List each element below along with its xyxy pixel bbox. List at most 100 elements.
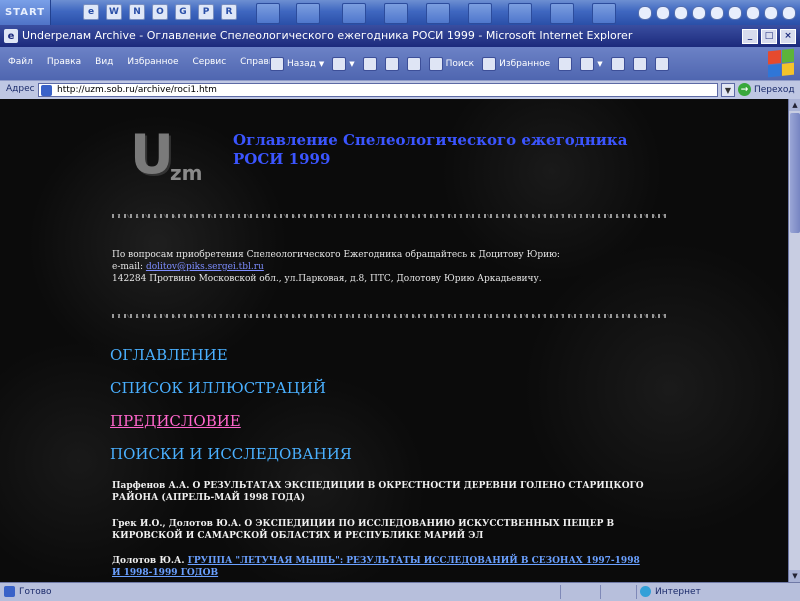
taskbar-window-button[interactable] (384, 3, 408, 24)
tray-icon[interactable] (782, 5, 796, 20)
edit-button[interactable] (632, 56, 647, 71)
purchase-info: По вопросам приобретения Спелеологическо… (112, 249, 672, 285)
logo-sub: zm (170, 161, 203, 185)
vertical-scrollbar[interactable]: ▲ ▼ (788, 99, 800, 582)
page-done-icon (4, 586, 15, 597)
outlook-quicklaunch-icon[interactable]: O (152, 4, 168, 20)
menu-item-edit[interactable]: Правка (47, 57, 81, 67)
menu-item-view[interactable]: Вид (95, 57, 113, 67)
tray-icon[interactable] (656, 5, 670, 20)
email-link[interactable]: dolitov@piks.sergei.tbl.ru (146, 262, 264, 272)
tray-icon[interactable] (764, 5, 778, 20)
menu-item-favorites[interactable]: Избранное (127, 57, 178, 67)
taskbar-window-button[interactable] (256, 3, 280, 24)
forward-button[interactable]: ▼ (332, 56, 355, 71)
back-button[interactable]: Назад ▼ (270, 56, 324, 71)
taskbar-window-button[interactable] (550, 3, 574, 24)
zone-text: Интернет (655, 586, 701, 597)
game-quicklaunch-icon[interactable]: G (175, 4, 191, 20)
article-link[interactable]: ГРУППА "ЛЕТУЧАЯ МЫШЬ": РЕЗУЛЬТАТЫ ИССЛЕД… (112, 556, 640, 578)
print-icon (610, 56, 625, 71)
window-controls: _ □ × (742, 29, 796, 44)
recycle-quicklaunch-icon[interactable]: R (221, 4, 237, 20)
refresh-button[interactable] (384, 56, 399, 71)
taskbar-window-button[interactable] (468, 3, 492, 24)
scroll-up-icon[interactable]: ▲ (789, 99, 800, 111)
toc-link-illustrations[interactable]: СПИСОК ИЛЛЮСТРАЦИЙ (110, 379, 326, 397)
discuss-button[interactable] (654, 56, 669, 71)
back-arrow-icon (270, 56, 284, 71)
status-separator (600, 585, 601, 599)
address-dropdown-button[interactable]: ▼ (721, 83, 735, 97)
chevron-down-icon[interactable]: ▼ (319, 60, 324, 68)
go-button[interactable]: → Переход (738, 83, 795, 96)
info-line: По вопросам приобретения Спелеологическо… (112, 250, 560, 260)
tray-icon[interactable] (692, 5, 706, 20)
status-separator (560, 585, 561, 599)
system-tray (636, 2, 800, 23)
maximize-button[interactable]: □ (761, 29, 777, 44)
taskbar: START e W N O G P R (0, 0, 800, 25)
taskbar-window-button[interactable] (296, 3, 320, 24)
back-label: Назад (287, 58, 316, 69)
home-icon (406, 56, 421, 71)
article-entry: Парфенов А.А. О РЕЗУЛЬТАТАХ ЭКСПЕДИЦИИ В… (112, 481, 644, 503)
start-button[interactable]: START (0, 0, 51, 25)
chevron-down-icon[interactable]: ▼ (597, 60, 602, 68)
forward-arrow-icon (332, 56, 347, 71)
history-button[interactable] (558, 56, 573, 71)
menu-item-tools[interactable]: Сервис (193, 57, 227, 67)
quick-launch: e W N O G P R (83, 4, 237, 21)
toc-link-contents[interactable]: ОГЛАВЛЕНИЕ (110, 346, 228, 364)
edit-icon (632, 56, 647, 71)
article-entry: Грек И.О., Долотов Ю.А. О ЭКСПЕДИЦИИ ПО … (112, 519, 615, 541)
search-button[interactable]: Поиск (428, 56, 474, 71)
page-content: U zm Оглавление Спелеологического ежегод… (0, 99, 788, 582)
tray-icon[interactable] (746, 5, 760, 20)
menu-item-file[interactable]: Файл (8, 57, 33, 67)
tray-icon[interactable] (638, 5, 652, 20)
notepad-quicklaunch-icon[interactable]: N (129, 4, 145, 20)
toc-link-research[interactable]: ПОИСКИ И ИССЛЕДОВАНИЯ (110, 445, 352, 463)
tray-icon[interactable] (728, 5, 742, 20)
windows-logo-icon (768, 48, 794, 78)
chevron-down-icon[interactable]: ▼ (349, 60, 354, 68)
home-button[interactable] (406, 56, 421, 71)
internet-zone-icon (640, 586, 651, 597)
ie-app-icon: e (4, 29, 18, 43)
favorites-label: Избранное (499, 58, 551, 69)
window-title: Underрелам Archive - Оглавление Спелеоло… (22, 29, 633, 42)
status-bar: Готово Интернет (0, 582, 800, 601)
decorative-divider (112, 209, 667, 223)
taskbar-window-button[interactable] (508, 3, 532, 24)
address-input[interactable]: http://uzm.sob.ru/archive/roci1.htm (38, 83, 718, 97)
word-quicklaunch-icon[interactable]: W (106, 4, 122, 20)
scroll-down-icon[interactable]: ▼ (789, 570, 800, 582)
mail-icon (580, 56, 595, 71)
menu-toolbar-row: Файл Правка Вид Избранное Сервис Справка… (0, 47, 800, 80)
taskbar-window-button[interactable] (426, 3, 450, 24)
mail-button[interactable]: ▼ (580, 56, 603, 71)
stop-button[interactable] (362, 56, 377, 71)
address-bar: Адрес http://uzm.sob.ru/archive/roci1.ht… (0, 80, 800, 101)
info-email-line: e-mail: dolitov@piks.sergei.tbl.ru (112, 261, 672, 273)
print-button[interactable] (610, 56, 625, 71)
refresh-icon (384, 56, 399, 71)
status-separator (636, 585, 637, 599)
paint-quicklaunch-icon[interactable]: P (198, 4, 214, 20)
taskbar-window-button[interactable] (592, 3, 616, 24)
taskbar-window-button[interactable] (342, 3, 366, 24)
toc-link-preface[interactable]: ПРЕДИСЛОВИЕ (110, 412, 241, 430)
tray-icon[interactable] (710, 5, 724, 20)
minimize-button[interactable]: _ (742, 29, 758, 44)
logo-letter: U (130, 123, 174, 186)
decorative-divider (112, 309, 667, 323)
ie-quicklaunch-icon[interactable]: e (83, 4, 99, 20)
favorites-button[interactable]: Избранное (482, 56, 551, 71)
scroll-thumb[interactable] (790, 113, 800, 233)
tray-icon[interactable] (674, 5, 688, 20)
menu-bar: Файл Правка Вид Избранное Сервис Справка (8, 57, 280, 67)
page-title: Оглавление Спелеологического ежегодника … (233, 131, 628, 168)
close-button[interactable]: × (780, 29, 796, 44)
site-logo: U zm (130, 123, 220, 193)
